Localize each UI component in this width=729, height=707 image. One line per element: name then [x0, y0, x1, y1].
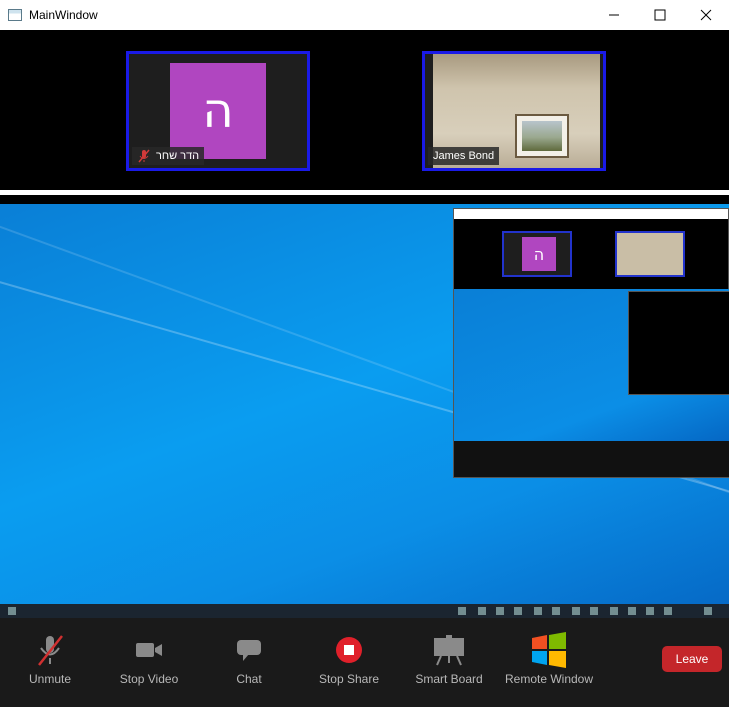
stop-share-button[interactable]: Stop Share [299, 632, 399, 686]
desktop-taskbar [0, 604, 729, 618]
participant-name-tag: הדר שחר [132, 147, 205, 165]
windows-logo-icon [532, 632, 566, 668]
mic-muted-icon [38, 635, 63, 666]
remote-window-button[interactable]: Remote Window [499, 632, 599, 686]
minimize-icon [609, 14, 619, 16]
mini-avatar: ה [522, 237, 556, 271]
minimize-button[interactable] [591, 0, 637, 30]
mic-muted-icon [138, 149, 150, 163]
maximize-icon [654, 9, 666, 21]
stop-share-icon [336, 637, 362, 663]
avatar: ה [170, 63, 266, 159]
participants-strip: ה הדר שחר James Bond [0, 30, 729, 190]
wall-picture [515, 114, 569, 158]
whiteboard-icon [434, 635, 464, 666]
title-bar: MainWindow [0, 0, 729, 30]
unmute-label: Unmute [28, 672, 72, 686]
leave-button[interactable]: Leave [662, 646, 722, 672]
video-camera-icon [136, 643, 162, 657]
maximize-button[interactable] [637, 0, 683, 30]
participant-tile[interactable]: James Bond [422, 51, 606, 171]
smart-board-label: Smart Board [415, 672, 483, 686]
chat-button[interactable]: Chat [199, 632, 299, 686]
participant-name: הדר שחר [156, 150, 200, 162]
chat-label: Chat [236, 672, 262, 686]
stop-video-label: Stop Video [119, 672, 179, 686]
close-button[interactable] [683, 0, 729, 30]
shared-screen: ה [0, 204, 729, 618]
participant-tile[interactable]: ה הדר שחר [126, 51, 310, 171]
divider [0, 190, 729, 195]
window-controls [591, 0, 729, 30]
stop-video-button[interactable]: Stop Video [99, 632, 199, 686]
remote-window-label: Remote Window [504, 672, 594, 686]
recursive-window-preview: ה [453, 208, 729, 478]
app-icon [8, 9, 22, 21]
participant-name-tag: James Bond [428, 147, 500, 165]
window-title: MainWindow [29, 8, 98, 22]
close-icon [700, 9, 712, 21]
smart-board-button[interactable]: Smart Board [399, 632, 499, 686]
participant-name: James Bond [433, 150, 495, 162]
chat-bubble-icon [237, 640, 261, 661]
meeting-toolbar: Unmute Stop Video Chat Stop Share Smart … [0, 618, 729, 707]
unmute-button[interactable]: Unmute [0, 632, 100, 686]
stop-share-label: Stop Share [318, 672, 380, 686]
